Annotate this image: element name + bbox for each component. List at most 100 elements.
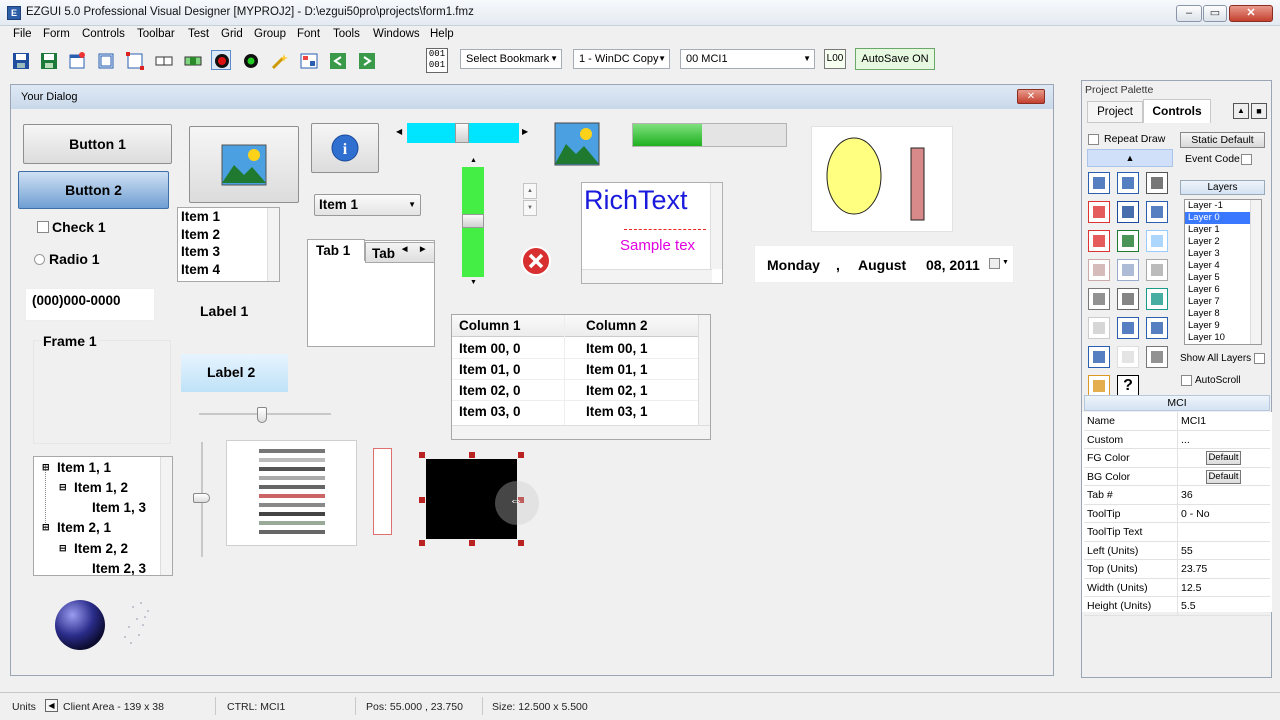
selection-handle[interactable] [419,452,425,458]
tree-item[interactable]: Item 2, 2 [74,541,128,556]
canvas-icon[interactable] [1117,288,1139,310]
menu-grid[interactable]: Grid [221,28,243,40]
menu-toolbar[interactable]: Toolbar [137,28,175,40]
resize-form-icon[interactable] [124,50,144,70]
palette-selected-pointer[interactable]: ▲ [1087,149,1173,167]
combo-box[interactable]: Item 1 ▼ [314,194,421,216]
selection-handle[interactable] [469,452,475,458]
slider-icon[interactable] [1117,172,1139,194]
selection-handle[interactable] [419,540,425,546]
property-value[interactable]: 0 - No [1181,508,1210,520]
menu-help[interactable]: Help [430,28,454,40]
show-all-layers-checkbox[interactable] [1254,353,1265,364]
tree-expand-icon[interactable]: ⊟ [59,482,67,493]
help-icon[interactable]: ? [1117,375,1139,397]
save-all-icon[interactable] [38,50,58,70]
radio-1-circle[interactable] [34,254,45,265]
property-row[interactable]: Height (Units) 5.5 [1084,597,1270,616]
listbox-scrollbar[interactable] [267,208,279,281]
chevron-down-icon[interactable]: ▼ [1002,259,1009,266]
button-1[interactable]: Button 1 [23,124,172,164]
richtext-vscroll[interactable] [710,183,722,269]
layout-icon[interactable] [182,50,202,70]
tab-project[interactable]: Project [1087,101,1143,123]
hslider-icon[interactable] [1146,172,1168,194]
dialog-design-surface[interactable]: Your Dialog ✕ Button 1 Button 2 Check 1 … [10,84,1054,676]
layers-scrollbar[interactable] [1250,200,1261,344]
tree-expand-icon[interactable]: ⊟ [42,462,50,473]
tab-2[interactable]: Tab ◀ ▶ [365,242,435,263]
list-item[interactable]: Item 2 [178,226,279,244]
property-row[interactable]: FG Color Default [1084,449,1270,468]
picture-icon[interactable] [298,50,318,70]
treeview-vscroll[interactable] [160,457,172,575]
tree-item[interactable]: Item 2, 1 [57,520,111,535]
scroll-up-arrow-icon[interactable]: ▲ [470,157,477,164]
property-row[interactable]: Tab # 36 [1084,486,1270,505]
tab-scroll-left-icon[interactable]: ◀ [402,245,407,253]
property-value[interactable]: 5.5 [1181,600,1196,612]
property-value[interactable]: ... [1181,434,1190,446]
selection-handle[interactable] [518,540,524,546]
scroll-left-arrow-icon[interactable]: ◀ [396,127,402,136]
list-item[interactable]: Item 4 [178,261,279,279]
menu-controls[interactable]: Controls [82,28,125,40]
copy-mode-select[interactable]: 1 - WinDC Copy ▼ [573,49,670,69]
table-icon[interactable] [1117,259,1139,281]
property-row[interactable]: Top (Units) 23.75 [1084,560,1270,579]
column-header[interactable]: Column 1 [459,318,521,333]
property-value[interactable]: 36 [1181,489,1193,501]
property-row[interactable]: ToolTip 0 - No [1084,504,1270,523]
maximize-button[interactable]: ▭ [1203,5,1227,22]
property-row[interactable]: Custom... [1084,430,1270,449]
column-header[interactable]: Column 2 [586,318,648,333]
layers-list[interactable]: Layer -1 Layer 0 Layer 1 Layer 2 Layer 3 Laye… [1184,199,1262,345]
radio-1-label[interactable]: Radio 1 [49,251,100,267]
check-1-label[interactable]: Check 1 [52,219,106,235]
list-item[interactable]: Item 1 [178,208,279,226]
calendar-icon[interactable] [1146,230,1168,252]
selection-handle[interactable] [469,540,475,546]
autosave-button[interactable]: AutoSave ON [855,48,935,70]
tree-expand-icon[interactable]: ⊟ [59,543,67,554]
list-item[interactable]: Item 3 [178,243,279,261]
form-icon[interactable] [95,50,115,70]
spin-down-button[interactable]: ▼ [523,200,537,216]
film-icon[interactable] [1117,201,1139,223]
run-icon[interactable] [240,50,260,70]
v-slider-thumb[interactable] [193,493,210,503]
scroll-down-arrow-icon[interactable]: ▼ [470,279,477,286]
dots-icon[interactable] [1088,317,1110,339]
repeat-draw-checkbox[interactable] [1088,134,1099,145]
menu-test[interactable]: Test [188,28,209,40]
menu-tools[interactable]: Tools [333,28,360,40]
tree-item[interactable]: Item 1, 2 [74,480,128,495]
property-value[interactable]: 55 [1181,545,1193,557]
palette-up-icon[interactable]: ▲ [1233,103,1249,119]
calendar-icon[interactable] [989,258,1000,269]
property-row[interactable]: ToolTip Text [1084,523,1270,542]
masked-edit-field[interactable]: (000)000-0000 [25,288,155,321]
control-select[interactable]: 00 MCI1 ▼ [680,49,815,69]
shapes-icon[interactable] [1088,201,1110,223]
abc-icon[interactable] [1088,375,1110,397]
tree-expand-icon[interactable]: ⊟ [42,522,50,533]
button-2[interactable]: Button 2 [18,171,169,209]
grid-icon[interactable] [1146,201,1168,223]
treeview[interactable]: ⊟ Item 1, 1 ⊟ Item 1, 2 Item 1, 3 ⊟ Item… [33,456,173,576]
listbox[interactable]: Item 1 Item 2 Item 3 Item 4 [177,207,280,282]
picture-icon[interactable] [1117,230,1139,252]
property-value[interactable]: Default [1206,451,1241,465]
dialog-close-icon[interactable]: ✕ [1017,89,1045,104]
property-value[interactable]: MCI1 [1181,415,1206,427]
folder-icon[interactable] [1117,346,1139,368]
menu-form[interactable]: Form [43,28,70,40]
table-row[interactable]: Item 01, 0 Item 01, 1 [452,359,698,380]
tree-item[interactable]: Item 1, 1 [57,460,111,475]
listview-vscroll[interactable] [698,315,710,425]
property-row[interactable]: Width (Units) 12.5 [1084,578,1270,597]
h-scrollbar-thumb[interactable] [455,123,469,143]
property-value[interactable]: Default [1206,469,1241,484]
close-button[interactable]: ✕ [1229,5,1273,22]
split-icon[interactable] [1117,317,1139,339]
